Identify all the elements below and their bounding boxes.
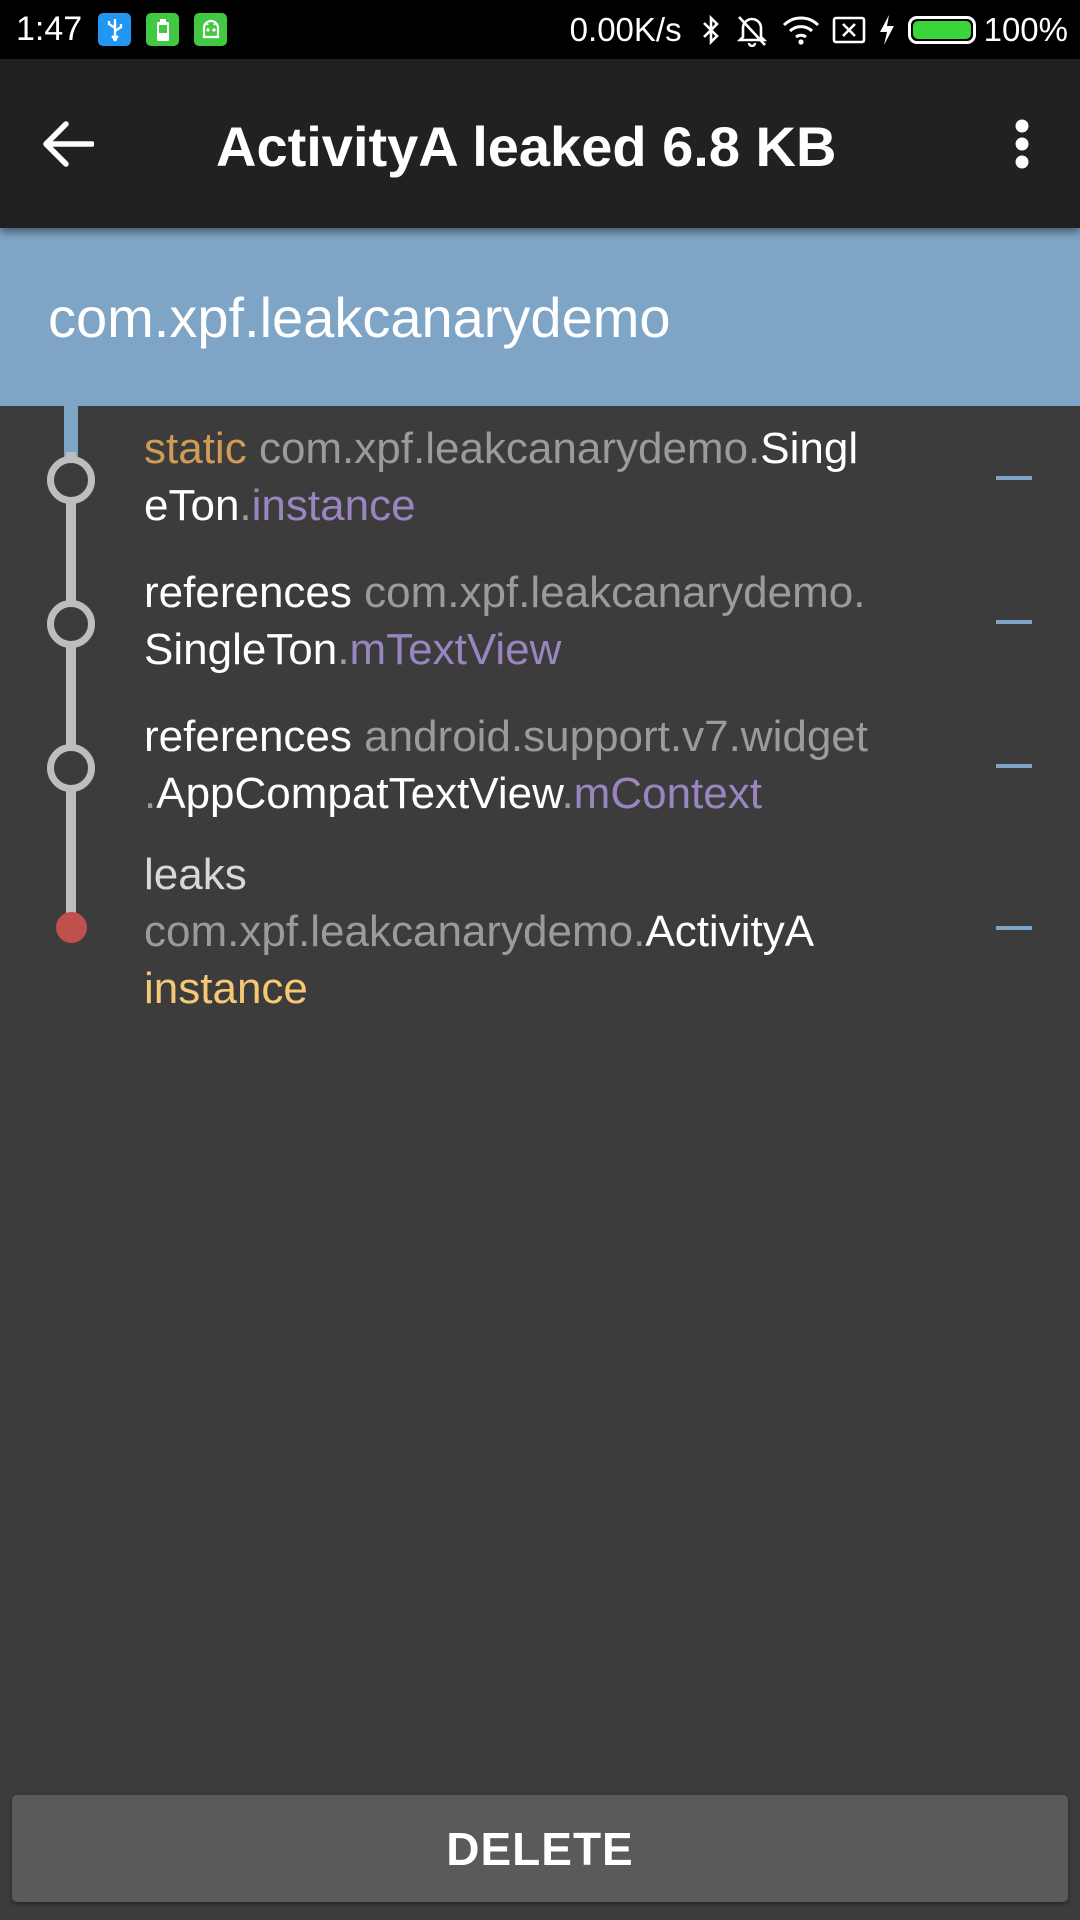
battery-percent: 100%: [983, 10, 1068, 48]
trace-row-text: static com.xpf.leakcanarydemo.Singl eTon…: [144, 420, 944, 534]
android-debug-icon: [194, 13, 227, 46]
trace-class: ActivityA: [645, 907, 815, 956]
page-title: ActivityA leaked 6.8 KB: [216, 115, 837, 178]
vibrate-off-icon: [736, 15, 767, 47]
net-speed: 0.00K/s: [569, 10, 682, 48]
wifi-icon: [782, 15, 819, 45]
sim-missing-icon: [832, 16, 865, 43]
collapse-toggle[interactable]: [996, 466, 1032, 490]
trace-field: instance: [251, 481, 416, 530]
trace-connector-line: [66, 452, 76, 930]
trace-class: AppCompatTextView: [156, 769, 562, 818]
trace-class: eTon: [144, 481, 240, 530]
trace-dot: .: [561, 769, 574, 818]
trace-package: com.xpf.leakcanarydemo.: [144, 907, 646, 956]
trace-field: mContext: [573, 769, 762, 818]
arrow-left-icon: [43, 121, 94, 167]
trace-row-text: references com.xpf.leakcanarydemo. Singl…: [144, 564, 944, 678]
collapse-toggle[interactable]: [996, 610, 1032, 634]
minus-icon: [996, 926, 1032, 930]
trace-field: mTextView: [349, 625, 562, 674]
usb-icon: [98, 13, 131, 46]
package-name: com.xpf.leakcanarydemo: [48, 286, 671, 349]
delete-button[interactable]: DELETE: [12, 1795, 1068, 1902]
charging-bolt-icon: [879, 14, 894, 45]
overflow-menu-button[interactable]: [986, 106, 1058, 182]
trace-row-text: references android.support.v7.widget .Ap…: [144, 708, 944, 822]
leak-node-icon: [56, 912, 87, 943]
trace-row-text: leaks com.xpf.leakcanarydemo.ActivityA i…: [144, 846, 944, 1017]
trace-dot: .: [239, 481, 252, 530]
trace-keyword: references: [144, 568, 352, 617]
trace-package: com.xpf.leakcanarydemo.: [364, 568, 866, 617]
battery-level-fill: [912, 20, 971, 39]
trace-keyword: references: [144, 712, 352, 761]
bluetooth-icon: [702, 14, 719, 45]
package-header: com.xpf.leakcanarydemo: [0, 228, 1080, 406]
minus-icon: [996, 620, 1032, 624]
status-time: 1:47: [16, 10, 83, 48]
app-toolbar: ActivityA leaked 6.8 KB: [0, 59, 1080, 228]
trace-dot: .: [337, 625, 350, 674]
back-button[interactable]: [30, 106, 106, 182]
trace-header-stem: [64, 406, 78, 458]
trace-node-icon: [47, 600, 95, 648]
battery-icon: [907, 15, 976, 44]
collapse-toggle[interactable]: [996, 916, 1032, 940]
delete-button-label: DELETE: [446, 1822, 634, 1875]
trace-package: android.support.v7.widget: [364, 712, 868, 761]
trace-keyword: leaks: [144, 850, 247, 899]
minus-icon: [996, 764, 1032, 768]
trace-class: Singl: [760, 424, 859, 473]
trace-node-icon: [47, 456, 95, 504]
status-bar: 1:47 0.00K/s 100%: [0, 0, 1080, 59]
header-corner-right: [78, 406, 1080, 430]
minus-icon: [996, 476, 1032, 480]
trace-class: SingleTon: [144, 625, 338, 674]
trace-instance: instance: [144, 964, 308, 1013]
header-corner-left: [0, 406, 64, 430]
trace-keyword: static: [144, 424, 247, 473]
more-vert-icon: [1015, 119, 1029, 169]
trace-node-icon: [47, 744, 95, 792]
trace-package: com.xpf.leakcanarydemo.: [258, 424, 761, 473]
status-right-group: 0.00K/s 100%: [570, 0, 1068, 59]
battery-saver-icon: [146, 13, 179, 46]
trace-dot: .: [144, 769, 157, 818]
collapse-toggle[interactable]: [996, 754, 1032, 778]
